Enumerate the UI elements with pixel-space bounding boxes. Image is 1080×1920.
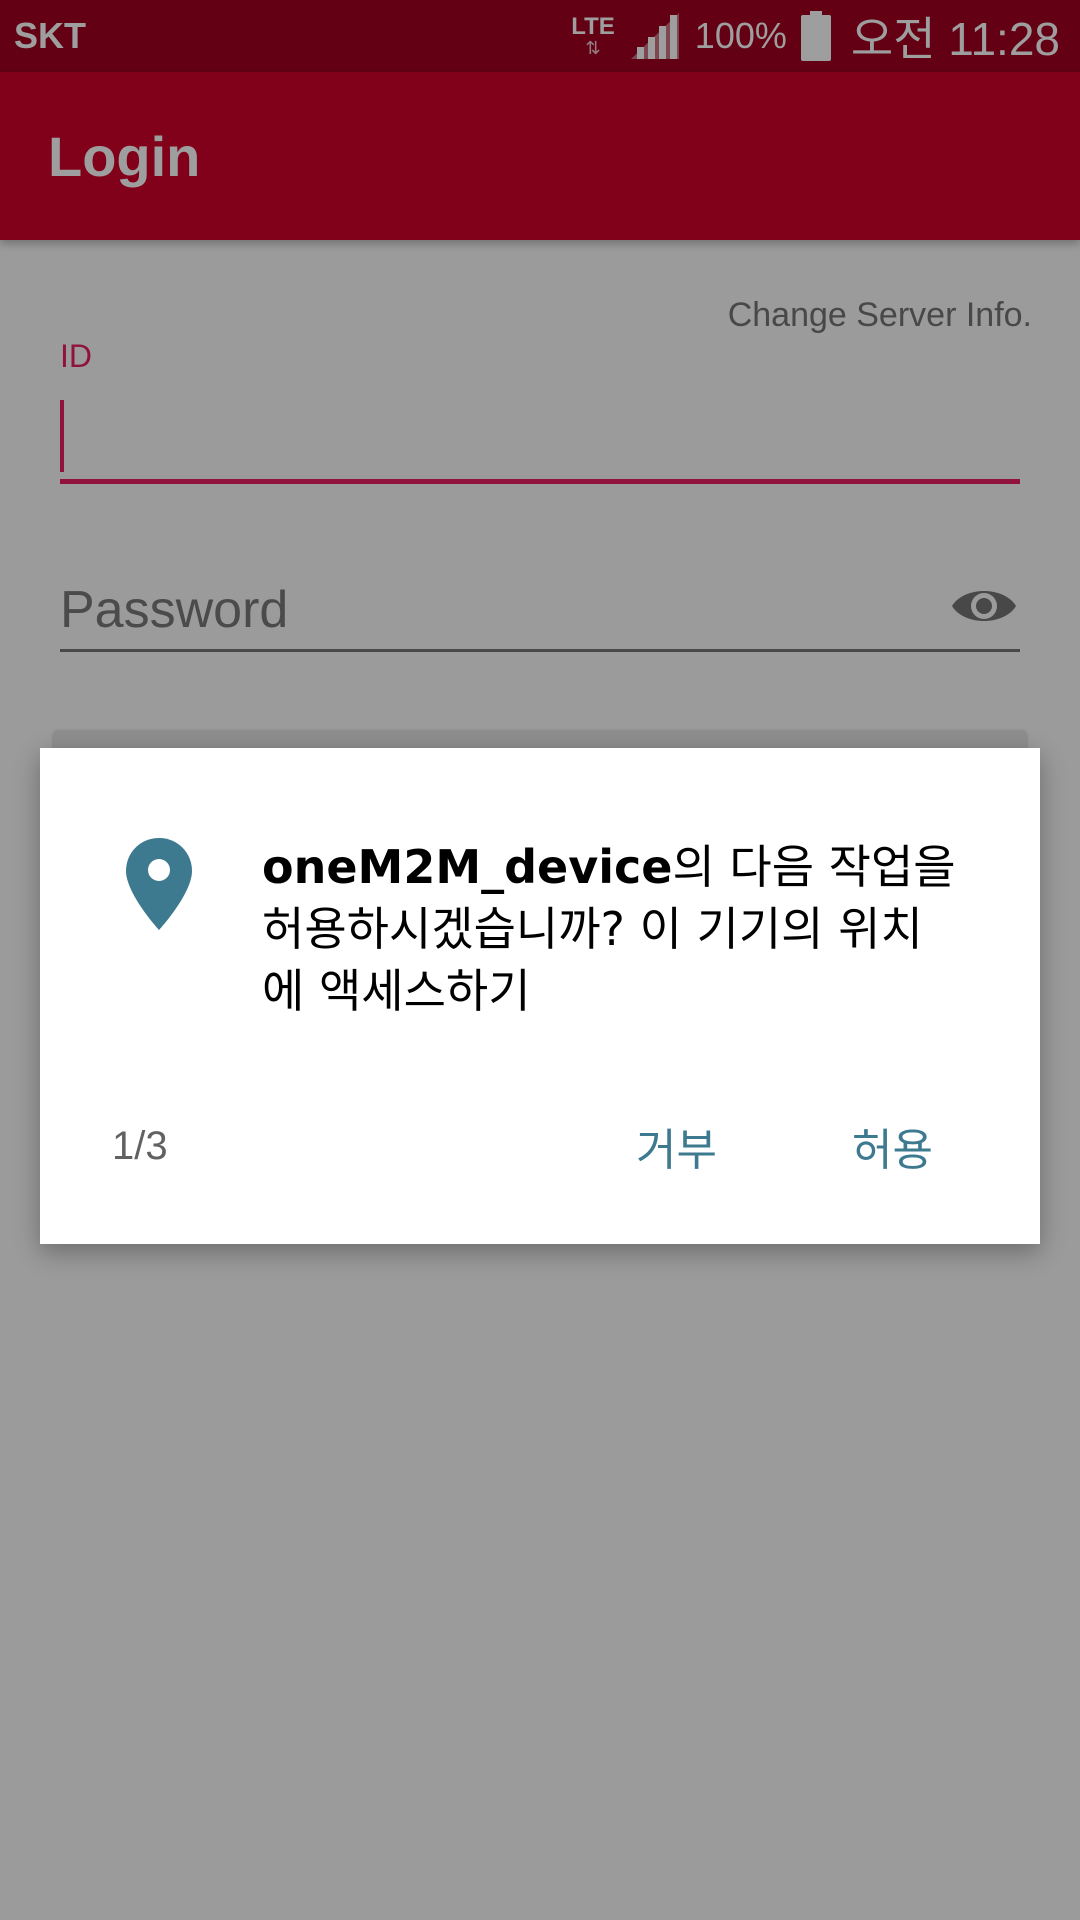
app-name: oneM2M_device	[262, 840, 673, 894]
allow-button[interactable]: 허용	[836, 1106, 949, 1186]
location-icon	[126, 838, 192, 930]
permission-message: oneM2M_device의 다음 작업을 허용하시겠습니까? 이 기기의 위치…	[262, 836, 962, 1022]
permission-dialog: oneM2M_device의 다음 작업을 허용하시겠습니까? 이 기기의 위치…	[40, 748, 1040, 1244]
page-indicator: 1/3	[112, 1124, 168, 1168]
deny-button[interactable]: 거부	[620, 1106, 733, 1186]
